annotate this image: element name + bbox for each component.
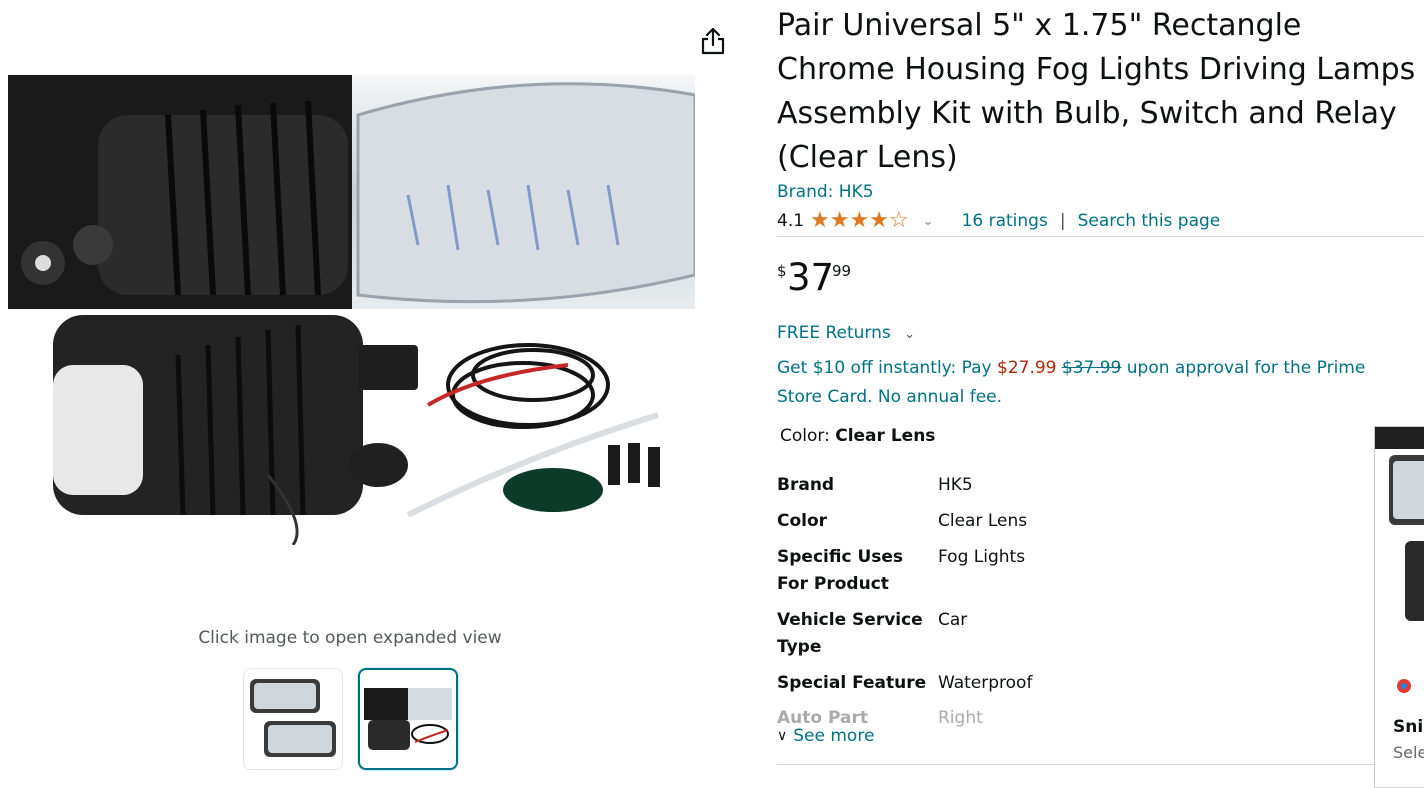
spec-row: Specific Uses For Product Fog Lights — [777, 544, 1032, 607]
rating-row: 4.1 ★★★★☆★ ⌄ 16 ratings | Search this pa… — [777, 209, 1220, 233]
popup-preview-image — [1385, 451, 1424, 631]
price-fraction: 99 — [832, 262, 852, 280]
spec-row: Brand HK5 — [777, 472, 1032, 508]
separator: | — [1059, 211, 1066, 231]
spec-value: Clear Lens — [938, 511, 1028, 531]
brand-link[interactable]: Brand: HK5 — [777, 182, 874, 202]
expand-view-caption: Click image to open expanded view — [198, 628, 502, 648]
price-whole: 37 — [787, 256, 835, 299]
color-value: Clear Lens — [835, 426, 936, 446]
main-product-image[interactable] — [8, 75, 695, 545]
offer-list-price: $37.99 — [1061, 358, 1122, 378]
thumbnail-1[interactable] — [243, 668, 343, 770]
popup-subtitle: Sele — [1393, 743, 1424, 762]
spec-row: Special Feature Waterproof — [777, 670, 1032, 706]
prime-card-offer[interactable]: Get $10 off instantly: Pay $27.99 $37.99… — [777, 354, 1407, 412]
spec-value: HK5 — [938, 475, 973, 495]
snip-logo-icon — [1395, 677, 1413, 695]
chevron-down-icon[interactable]: ⌄ — [923, 214, 934, 229]
spec-key: Vehicle Service Type — [777, 610, 923, 657]
free-returns-label: FREE Returns — [777, 323, 891, 343]
spec-key: Brand — [777, 475, 835, 495]
spec-value: Car — [938, 610, 968, 630]
see-more-label: See more — [793, 726, 875, 746]
popup-titlebar — [1375, 427, 1424, 449]
spec-key: Color — [777, 511, 828, 531]
price-symbol: $ — [777, 262, 787, 280]
see-more-button[interactable]: ∨ See more — [777, 726, 874, 746]
divider — [777, 236, 1424, 237]
share-icon[interactable] — [700, 26, 726, 56]
divider — [777, 764, 1424, 765]
product-specs-table: Brand HK5 Color Clear Lens Specific Uses F… — [777, 472, 1032, 706]
offer-prefix: Get $10 off instantly: Pay — [777, 358, 997, 378]
thumbnail-2-selected[interactable] — [358, 668, 458, 770]
snip-popup[interactable]: Snip Sele — [1374, 426, 1424, 788]
product-title: Pair Universal 5" x 1.75" Rectangle Chro… — [777, 8, 1416, 175]
chevron-down-icon: ∨ — [777, 728, 788, 744]
spec-key: Specific Uses For Product — [777, 547, 904, 594]
spec-row: Vehicle Service Type Car — [777, 607, 1032, 670]
ratings-count-link[interactable]: 16 ratings — [962, 211, 1048, 231]
rating-value: 4.1 — [777, 211, 805, 231]
free-returns-link[interactable]: FREE Returns ⌄ — [777, 323, 915, 343]
color-label: Color: — [780, 426, 836, 446]
faded-spec-row: Auto Part Right — [777, 708, 1277, 728]
spec-value: Waterproof — [938, 673, 1033, 693]
faded-spec-value: Right — [938, 708, 983, 728]
color-selection: Color: Clear Lens — [780, 426, 935, 446]
search-page-link[interactable]: Search this page — [1078, 211, 1221, 231]
offer-sale-price: $27.99 — [997, 358, 1057, 378]
chevron-down-icon: ⌄ — [904, 327, 916, 342]
faded-spec-key: Auto Part — [777, 708, 868, 728]
spec-row: Color Clear Lens — [777, 508, 1032, 544]
popup-title: Snip — [1393, 717, 1424, 737]
spec-value: Fog Lights — [938, 547, 1026, 567]
spec-key: Special Feature — [777, 673, 927, 693]
star-rating-icon[interactable]: ★★★★☆★ — [810, 210, 909, 232]
